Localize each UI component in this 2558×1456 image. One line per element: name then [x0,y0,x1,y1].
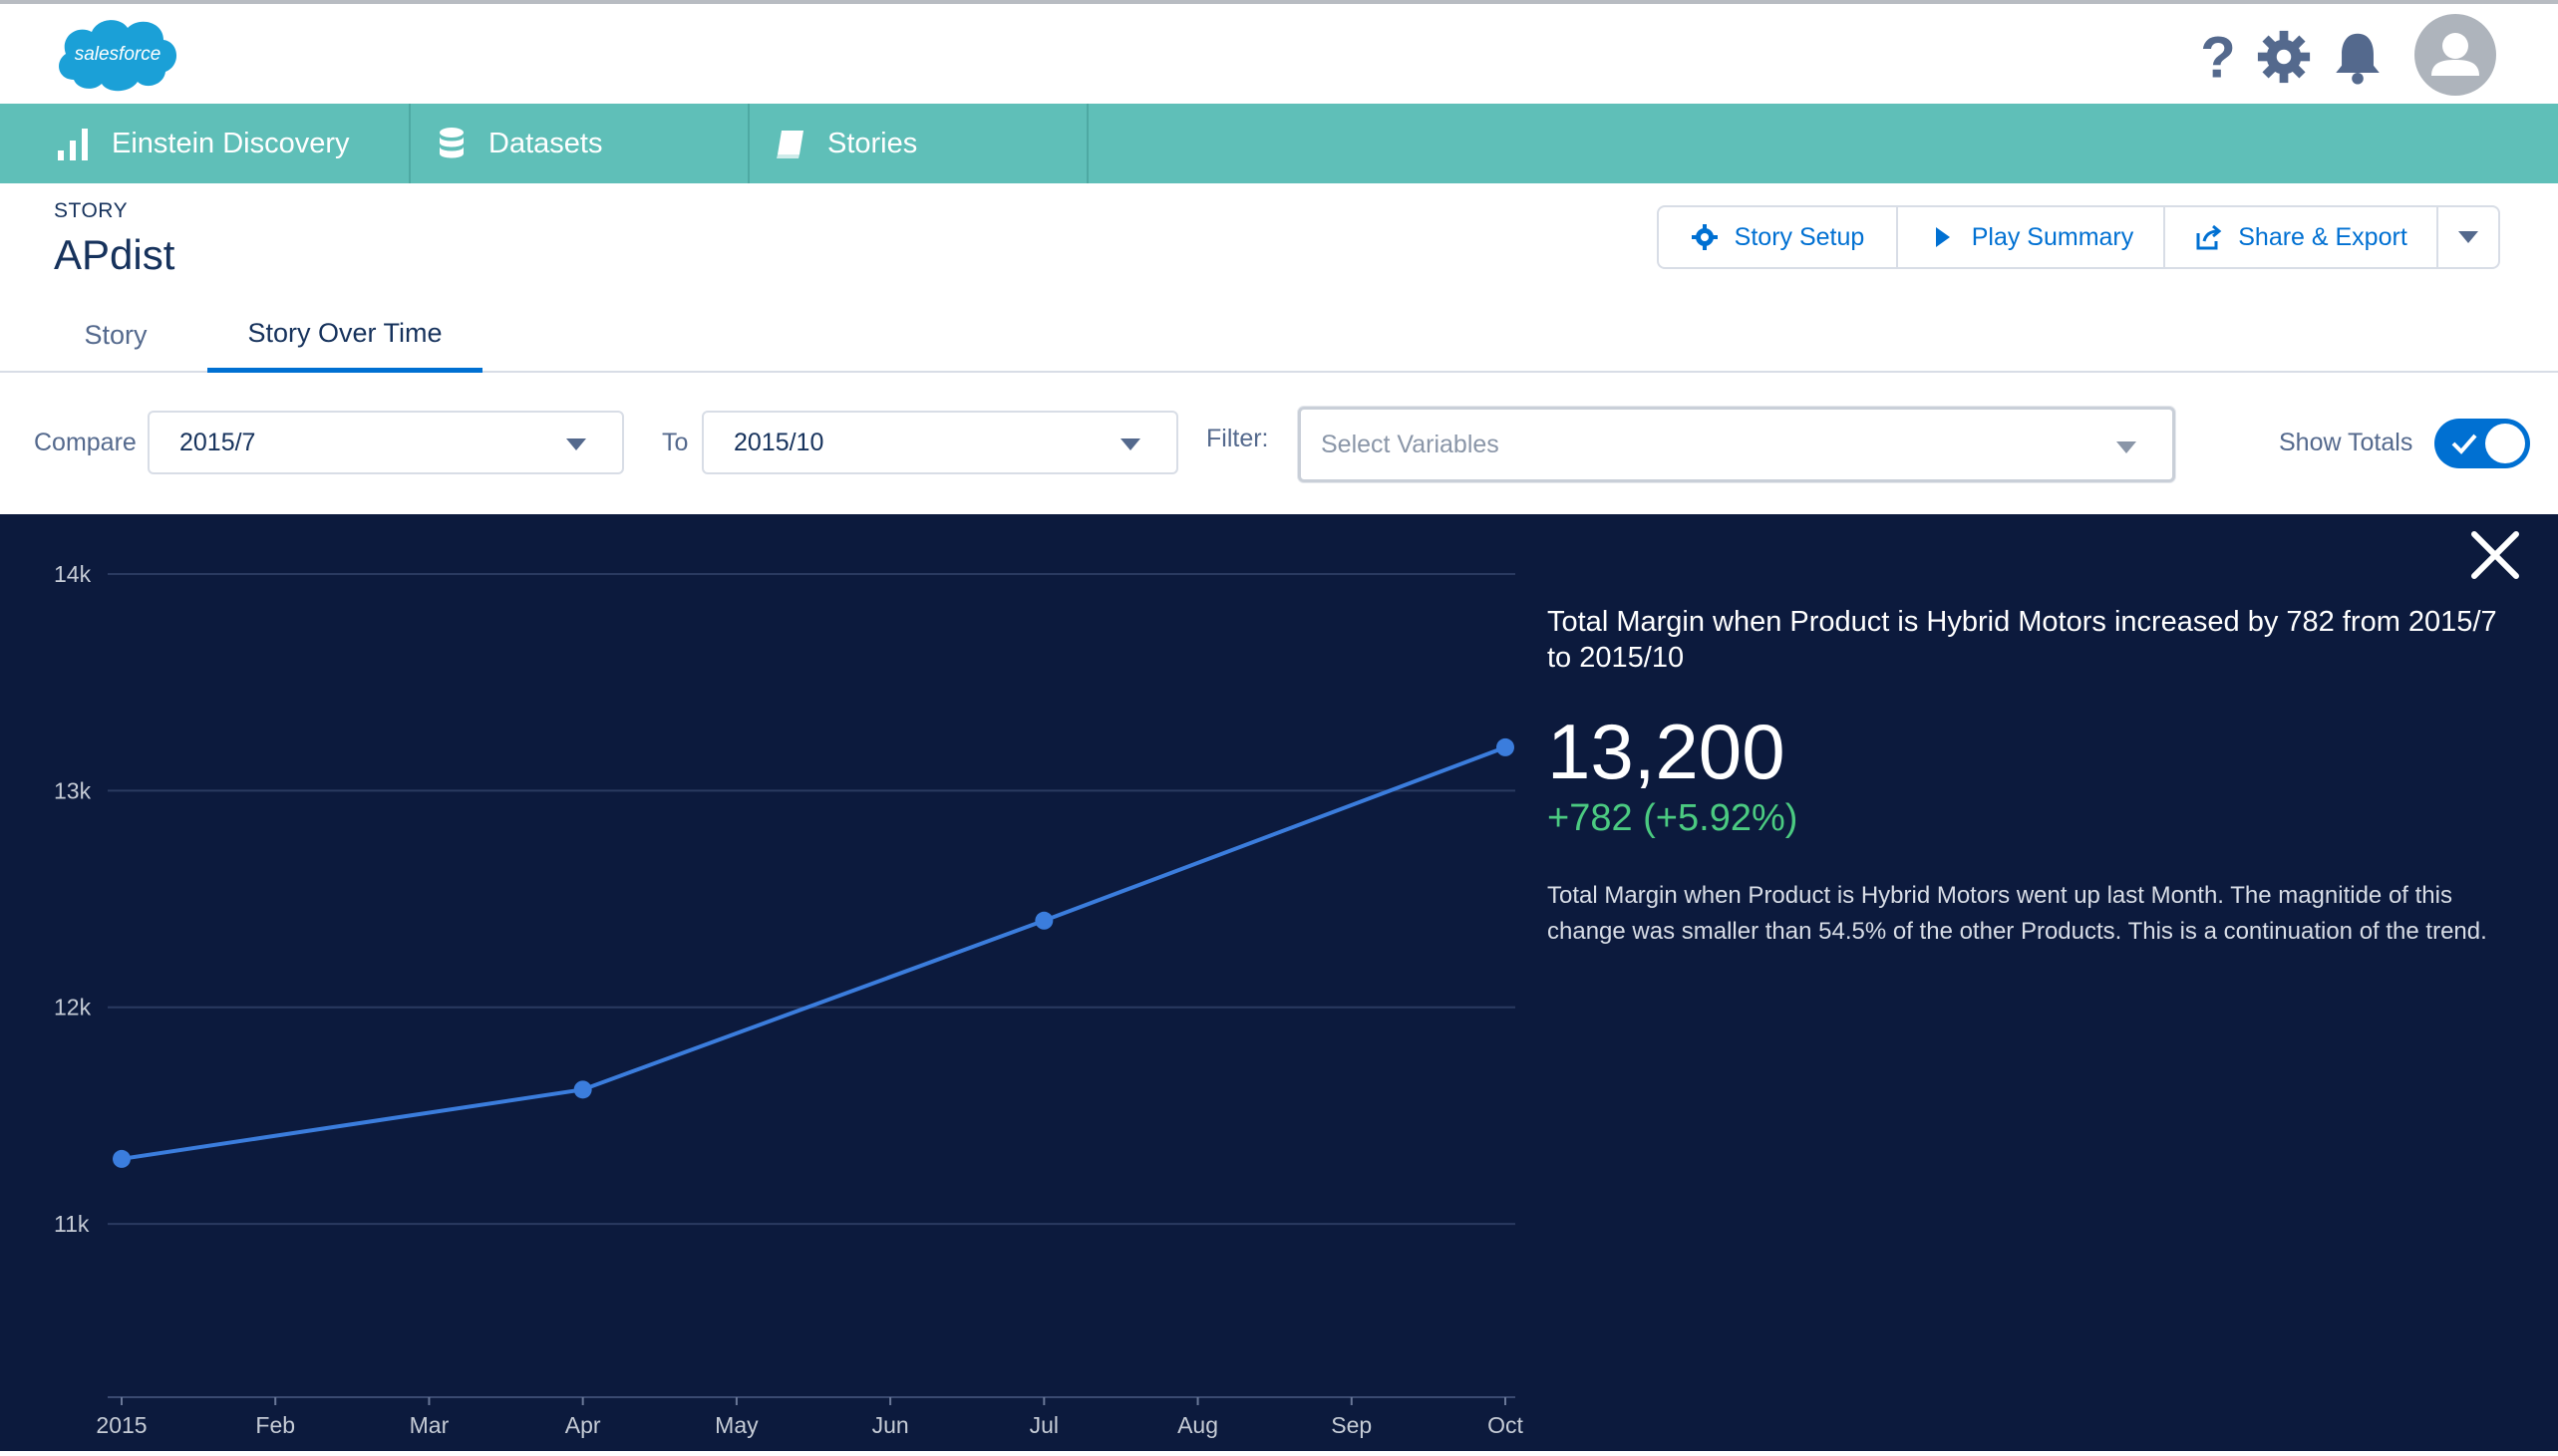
compare-select[interactable]: 2015/7 [148,411,624,474]
gear-icon [1691,223,1719,251]
bell-icon[interactable] [2329,28,2387,86]
insight-panel: Total Margin when Product is Hybrid Moto… [1547,604,2524,950]
x-tick-label: Jun [872,1412,909,1438]
x-tick-label: Feb [255,1412,295,1438]
insight-title: Total Margin when Product is Hybrid Moto… [1547,606,2497,674]
story-over-time-panel: 14k 13k 12k 11k 2015 Feb Mar Apr May Jun Jul Aug Sep… [0,514,2558,1451]
x-tick-label: Apr [565,1412,601,1438]
to-value: 2015/10 [734,428,824,456]
data-point[interactable] [1035,911,1054,930]
bar-chart-icon [56,125,94,162]
nav-item-label: Datasets [488,127,603,159]
book-icon [772,125,809,162]
y-tick-label: 11k [54,1211,90,1237]
more-actions-button[interactable] [2438,207,2498,267]
chevron-down-icon [2458,231,2478,243]
app-nav-bar: Einstein Discovery Datasets Stories [0,104,2558,183]
x-tick-label: Mar [410,1412,450,1438]
logo-text: salesforce [75,44,161,65]
story-eyebrow: STORY [54,199,129,222]
share-icon [2194,223,2222,251]
global-header: salesforce ? [0,4,2558,104]
variables-select[interactable]: Select Variables [1298,407,2175,482]
close-icon[interactable] [2466,526,2524,584]
data-point[interactable] [573,1080,592,1099]
nav-item-einstein-discovery[interactable]: Einstein Discovery [0,104,411,183]
nav-item-datasets[interactable]: Datasets [411,104,750,183]
nav-item-label: Einstein Discovery [112,127,350,159]
salesforce-logo-cloud: salesforce [59,20,177,92]
story-tabs: Story Story Over Time [0,299,2558,373]
trend-chart-svg: 14k 13k 12k 11k 2015 Feb Mar Apr May Jun Jul Aug Sep… [54,561,1523,1438]
chevron-down-icon [2116,441,2136,453]
tab-story-over-time[interactable]: Story Over Time [207,299,482,373]
play-summary-label: Play Summary [1971,222,2134,251]
x-tick-label: Aug [1177,1412,1218,1438]
filter-bar: Compare 2015/7 To 2015/10 Filter: Select… [0,375,2558,514]
story-setup-button[interactable]: Story Setup [1659,207,1898,267]
show-totals-label: Show Totals [2279,429,2413,456]
compare-label: Compare [34,429,137,456]
compare-value: 2015/7 [179,428,256,456]
filter-label: Filter: [1206,425,1269,452]
y-tick-label: 14k [54,561,92,587]
story-actions: Story Setup Play Summary Share & Export [1657,205,2500,269]
play-icon [1928,223,1956,251]
share-export-button[interactable]: Share & Export [2165,207,2438,267]
trend-chart: 14k 13k 12k 11k 2015 Feb Mar Apr May Jun Jul Aug Sep… [0,514,1535,1451]
to-label: To [662,429,689,456]
svg-text:?: ? [2200,28,2235,86]
variables-placeholder: Select Variables [1321,430,1499,458]
x-tick-label: May [715,1412,759,1438]
chevron-down-icon [566,438,586,450]
play-summary-button[interactable]: Play Summary [1898,207,2165,267]
insight-change: +782 (+5.92%) [1547,797,1798,839]
user-avatar-icon[interactable] [2414,14,2496,96]
page-title: APdist [54,231,175,278]
x-tick-label: 2015 [96,1412,147,1438]
insight-value: 13,200 [1547,708,1785,795]
tab-story[interactable]: Story [70,299,161,371]
nav-item-stories[interactable]: Stories [750,104,1089,183]
to-select[interactable]: 2015/10 [702,411,1178,474]
chevron-down-icon [1120,438,1140,450]
salesforce-logo[interactable]: salesforce [52,10,183,102]
help-icon[interactable]: ? [2189,28,2247,86]
gear-icon[interactable] [2255,28,2313,86]
data-point[interactable] [113,1149,131,1168]
check-icon [2451,434,2477,454]
story-setup-label: Story Setup [1734,222,1865,251]
nav-item-label: Stories [827,127,918,159]
data-point[interactable] [1496,737,1514,756]
toggle-knob [2485,424,2525,463]
x-tick-label: Oct [1487,1412,1523,1438]
y-tick-label: 12k [54,995,92,1020]
x-tick-label: Jul [1030,1412,1059,1438]
y-tick-label: 13k [54,777,92,803]
x-tick-label: Sep [1331,1412,1372,1438]
series-line [121,745,1506,1161]
insight-description: Total Margin when Product is Hybrid Moto… [1547,882,2487,945]
show-totals-toggle[interactable] [2434,419,2530,468]
share-export-label: Share & Export [2238,222,2407,251]
database-icon [433,125,471,162]
